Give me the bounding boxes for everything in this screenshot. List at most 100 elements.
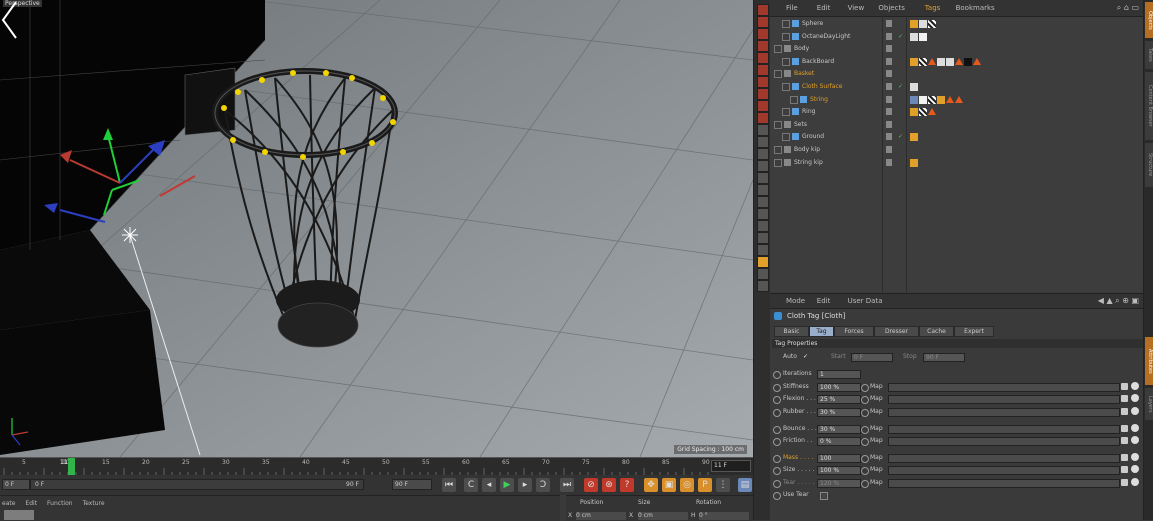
- play-icon[interactable]: ▶: [500, 478, 514, 492]
- visibility-toggle[interactable]: [886, 133, 892, 141]
- animate-dot-icon[interactable]: [773, 455, 781, 463]
- h-rotation-field[interactable]: 0 °: [699, 512, 749, 520]
- map-dot-icon[interactable]: [861, 426, 869, 434]
- map-arrow-icon[interactable]: [1121, 425, 1128, 432]
- map-link-field[interactable]: [888, 454, 1120, 463]
- tag-icon[interactable]: [919, 108, 927, 117]
- record-icon[interactable]: ⊘: [584, 478, 598, 492]
- attribute-menu-item[interactable]: Mode: [786, 297, 805, 305]
- attribute-menu-item[interactable]: User Data: [848, 297, 883, 305]
- tool-icon[interactable]: [757, 280, 769, 292]
- prev-keyframe-icon[interactable]: C: [464, 478, 478, 492]
- attribute-nav-icons[interactable]: ◀ ▲ ⌕ ⊕ ▣: [1098, 296, 1139, 306]
- tab-tag[interactable]: Tag: [809, 326, 834, 337]
- tool-icon[interactable]: [757, 232, 769, 244]
- map-link-field[interactable]: [888, 437, 1120, 446]
- object-row[interactable]: String: [770, 94, 1143, 106]
- use-tear-checkbox[interactable]: [820, 492, 828, 500]
- manager-tab-structure[interactable]: Structure: [1145, 143, 1153, 187]
- map-arrow-icon[interactable]: [1121, 466, 1128, 473]
- tag-triangle-icon[interactable]: [946, 95, 954, 103]
- map-dot-icon[interactable]: [861, 409, 869, 417]
- tag-triangle-icon[interactable]: [955, 57, 963, 65]
- tool-icon[interactable]: [757, 124, 769, 136]
- enabled-check-icon[interactable]: ✓: [898, 131, 903, 143]
- tag-icon[interactable]: [964, 57, 972, 66]
- tag-triangle-icon[interactable]: [928, 108, 936, 116]
- om-menu-objects[interactable]: Objects: [878, 4, 904, 12]
- tool-icon[interactable]: [757, 52, 769, 64]
- tag-icon[interactable]: [946, 57, 954, 66]
- map-link-field[interactable]: [888, 479, 1120, 488]
- visibility-toggle[interactable]: [886, 146, 892, 153]
- animate-dot-icon[interactable]: [773, 409, 781, 417]
- start-frame-field[interactable]: 0 F: [2, 479, 30, 490]
- object-row[interactable]: Sphere: [770, 18, 1143, 30]
- map-arrow-icon[interactable]: [1121, 408, 1128, 415]
- map-browse-icon[interactable]: [1131, 453, 1139, 461]
- visibility-toggle[interactable]: [886, 158, 892, 166]
- step-forward-icon[interactable]: ▸: [518, 478, 532, 492]
- search-icon[interactable]: ⌕ ⌂ ▭: [1117, 3, 1139, 13]
- tool-icon[interactable]: [757, 88, 769, 100]
- x-size-field[interactable]: 0 cm: [638, 512, 688, 520]
- object-row[interactable]: BackBoard: [770, 56, 1143, 68]
- manager-tab-layers[interactable]: Layers: [1145, 388, 1153, 420]
- rotation-key-icon[interactable]: ◎: [680, 478, 694, 492]
- visibility-toggle[interactable]: [886, 95, 892, 103]
- enabled-check-icon[interactable]: ✓: [898, 81, 903, 93]
- map-link-field[interactable]: [888, 408, 1120, 417]
- visibility-toggle[interactable]: [886, 20, 892, 27]
- visibility-toggle[interactable]: [886, 32, 892, 40]
- param-value-field[interactable]: 100 %: [817, 466, 861, 475]
- tool-icon[interactable]: [757, 196, 769, 208]
- map-browse-icon[interactable]: [1131, 436, 1139, 444]
- chevron-left-icon[interactable]: [0, 0, 20, 40]
- visibility-toggle[interactable]: [886, 83, 892, 90]
- tool-icon[interactable]: [757, 40, 769, 52]
- iterations-field[interactable]: 1: [817, 370, 861, 379]
- tab-cache[interactable]: Cache: [919, 326, 954, 337]
- material-menu-item[interactable]: Texture: [83, 500, 105, 507]
- animate-dot-icon[interactable]: [773, 492, 781, 500]
- tab-basic[interactable]: Basic: [774, 326, 809, 337]
- visibility-toggle[interactable]: [886, 57, 892, 65]
- visibility-toggle[interactable]: [886, 120, 892, 128]
- tag-icon[interactable]: [910, 83, 918, 91]
- animate-dot-icon[interactable]: [773, 480, 781, 488]
- tag-triangle-icon[interactable]: [955, 95, 963, 103]
- animate-dot-icon[interactable]: [773, 396, 781, 404]
- animate-dot-icon[interactable]: [773, 467, 781, 475]
- timeline-scheme-icon[interactable]: ▤: [738, 478, 752, 492]
- tool-icon[interactable]: [757, 172, 769, 184]
- start-field[interactable]: 0 F: [851, 353, 893, 362]
- map-browse-icon[interactable]: [1131, 424, 1139, 432]
- x-position-field[interactable]: 0 cm: [576, 512, 626, 520]
- tool-icon[interactable]: [757, 220, 769, 232]
- go-to-start-icon[interactable]: ⏮: [442, 478, 456, 492]
- om-menu-bookmarks[interactable]: Bookmarks: [956, 4, 995, 12]
- tag-icon[interactable]: [910, 133, 918, 142]
- visibility-toggle[interactable]: [886, 45, 892, 53]
- map-dot-icon[interactable]: [861, 396, 869, 404]
- tag-icon[interactable]: [919, 20, 927, 28]
- scale-key-icon[interactable]: ▣: [662, 478, 676, 492]
- object-row[interactable]: Body kip: [770, 144, 1143, 156]
- map-arrow-icon[interactable]: [1121, 437, 1128, 444]
- tool-icon[interactable]: [757, 268, 769, 280]
- auto-checkbox[interactable]: ✓: [803, 352, 808, 362]
- object-row[interactable]: Ring: [770, 106, 1143, 118]
- map-dot-icon[interactable]: [861, 480, 869, 488]
- tool-icon[interactable]: [757, 184, 769, 196]
- tag-icon[interactable]: [919, 32, 927, 41]
- map-arrow-icon[interactable]: [1121, 479, 1128, 486]
- tool-icon[interactable]: [757, 100, 769, 112]
- map-link-field[interactable]: [888, 383, 1120, 392]
- material-menu-item[interactable]: eate: [2, 500, 15, 507]
- tag-icon[interactable]: [928, 20, 936, 28]
- map-dot-icon[interactable]: [861, 467, 869, 475]
- tool-icon[interactable]: [757, 28, 769, 40]
- tag-icon[interactable]: [910, 57, 918, 66]
- manager-tab-takes[interactable]: Takes: [1145, 41, 1153, 69]
- tool-icon[interactable]: [757, 4, 769, 16]
